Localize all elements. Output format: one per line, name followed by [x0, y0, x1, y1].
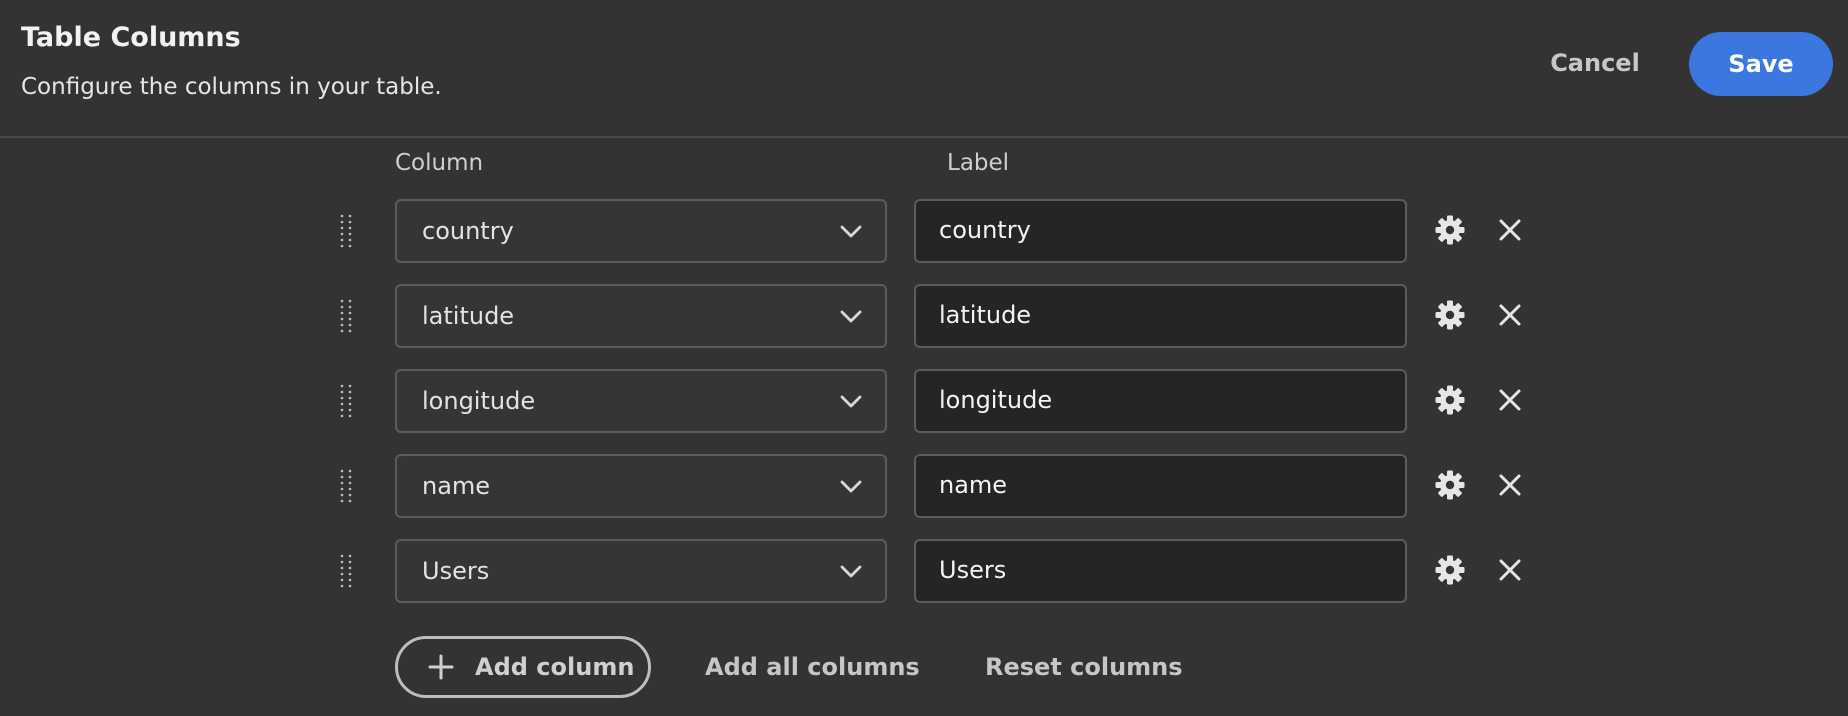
label-input[interactable]: name: [914, 454, 1407, 518]
plus-icon: [428, 654, 454, 680]
label-input[interactable]: latitude: [914, 284, 1407, 348]
column-select-value: latitude: [422, 302, 515, 330]
column-select-value: name: [422, 472, 491, 500]
chevron-down-icon: [840, 480, 862, 493]
label-input-value: longitude: [939, 386, 1053, 414]
column-header: Column: [395, 150, 484, 176]
close-icon[interactable]: [1497, 557, 1523, 583]
drag-handle-icon[interactable]: [337, 298, 355, 334]
chevron-down-icon: [840, 395, 862, 408]
column-row: country country: [0, 199, 1848, 263]
label-input-value: Users: [939, 556, 1007, 584]
drag-handle-icon[interactable]: [337, 553, 355, 589]
label-header: Label: [947, 150, 1010, 176]
column-select[interactable]: country: [395, 199, 887, 263]
chevron-down-icon: [840, 225, 862, 238]
column-select[interactable]: longitude: [395, 369, 887, 433]
gear-icon[interactable]: [1434, 299, 1466, 331]
column-select[interactable]: Users: [395, 539, 887, 603]
dialog-header: Table Columns Configure the columns in y…: [0, 0, 1848, 138]
close-icon[interactable]: [1497, 217, 1523, 243]
column-select-value: longitude: [422, 387, 536, 415]
column-select[interactable]: latitude: [395, 284, 887, 348]
drag-handle-icon[interactable]: [337, 383, 355, 419]
dialog-title: Table Columns: [21, 22, 241, 53]
save-button[interactable]: Save: [1689, 32, 1833, 96]
label-input-value: latitude: [939, 301, 1032, 329]
add-all-columns-button[interactable]: Add all columns: [705, 636, 920, 698]
label-input[interactable]: Users: [914, 539, 1407, 603]
column-row: name name: [0, 454, 1848, 518]
column-select-value: country: [422, 217, 514, 245]
gear-icon[interactable]: [1434, 469, 1466, 501]
label-input[interactable]: longitude: [914, 369, 1407, 433]
add-column-button[interactable]: Add column: [395, 636, 651, 698]
drag-handle-icon[interactable]: [337, 468, 355, 504]
label-input[interactable]: country: [914, 199, 1407, 263]
drag-handle-icon[interactable]: [337, 213, 355, 249]
column-row: longitude longitude: [0, 369, 1848, 433]
close-icon[interactable]: [1497, 302, 1523, 328]
column-row: Users Users: [0, 539, 1848, 603]
close-icon[interactable]: [1497, 472, 1523, 498]
add-column-label: Add column: [475, 653, 635, 681]
reset-columns-button[interactable]: Reset columns: [985, 636, 1183, 698]
dialog-subtitle: Configure the columns in your table.: [21, 74, 442, 100]
column-select-value: Users: [422, 557, 490, 585]
gear-icon[interactable]: [1434, 554, 1466, 586]
label-input-value: name: [939, 471, 1008, 499]
cancel-button[interactable]: Cancel: [1540, 32, 1650, 94]
column-select[interactable]: name: [395, 454, 887, 518]
label-input-value: country: [939, 216, 1031, 244]
chevron-down-icon: [840, 565, 862, 578]
column-row: latitude latitude: [0, 284, 1848, 348]
close-icon[interactable]: [1497, 387, 1523, 413]
gear-icon[interactable]: [1434, 384, 1466, 416]
chevron-down-icon: [840, 310, 862, 323]
gear-icon[interactable]: [1434, 214, 1466, 246]
